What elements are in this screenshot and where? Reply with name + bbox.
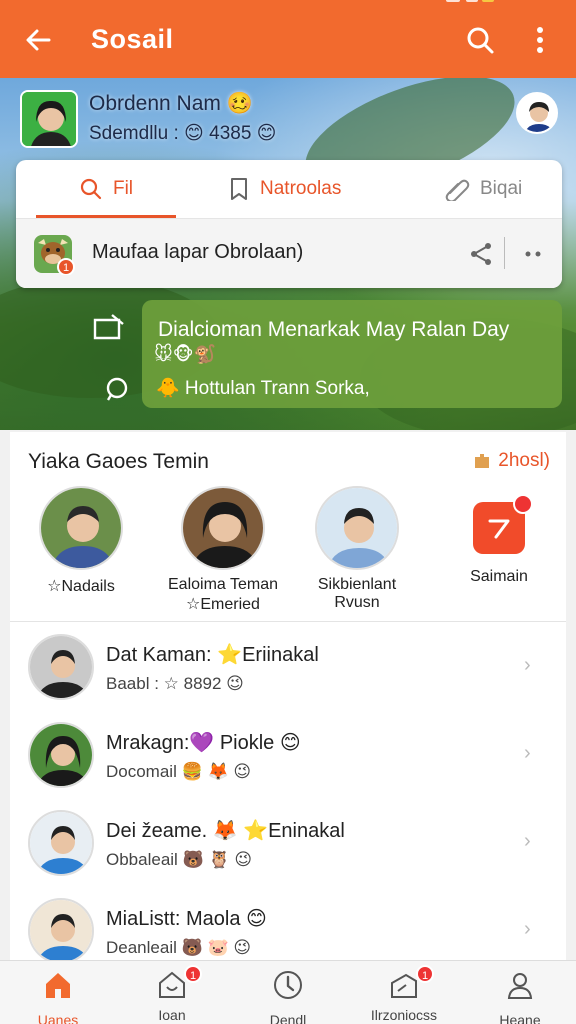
section-title: Yiaka Gaoes Temin	[28, 450, 209, 473]
bookmark-icon	[231, 178, 247, 200]
home-icon	[46, 973, 70, 998]
avatar	[28, 722, 94, 788]
user-icon	[507, 973, 533, 999]
item-title: MiaListt: Maola 😊	[106, 908, 267, 930]
nav-label: Uanes	[37, 1012, 79, 1024]
tab-natroolas[interactable]: Natroolas	[228, 160, 341, 218]
more-horizontal-icon[interactable]	[520, 241, 546, 267]
friend-status: ☆Emeried	[186, 596, 260, 613]
more-vertical-icon[interactable]	[526, 22, 554, 58]
avatar	[39, 486, 123, 570]
friends-section: Yiaka Gaoes Temin 2hosl) ☆Nadails Ealoim…	[10, 432, 566, 622]
avatar	[28, 898, 94, 960]
item-subtitle: Baabl : ☆ 8892 😉	[106, 674, 244, 693]
tab-label: Fil	[112, 178, 134, 199]
avatar	[28, 810, 94, 876]
app-tile-icon	[473, 494, 533, 554]
back-arrow-icon[interactable]	[20, 22, 56, 58]
friend-item[interactable]: ☆Nadails	[16, 486, 146, 596]
friend-name: Sikbienlant	[317, 576, 397, 593]
tab-fil[interactable]: Fil	[36, 160, 176, 218]
chevron-right-icon: ›	[524, 654, 531, 676]
see-more-link[interactable]: 2hosl)	[472, 450, 550, 472]
chevron-right-icon: ›	[524, 830, 531, 852]
nav-label: Dendl	[269, 1012, 307, 1024]
item-subtitle: Obbaleail 🐻 🦉 😉	[106, 850, 253, 869]
chat-bubble[interactable]: Dialcioman Menarkak May Ralan Day 🐭🐵🐒 🐥 …	[142, 300, 562, 408]
chat-list: Dat Kaman: ⭐Eriinakal Baabl : ☆ 8892 😉 ›…	[10, 622, 566, 960]
list-item[interactable]: Mrakagn:💜 Piokle 😊 Docomail 🍔 🦊 😉 ›	[10, 710, 566, 798]
item-title: Dat Kaman: ⭐Eriinakal	[106, 644, 319, 666]
paperclip-icon	[445, 179, 470, 201]
friend-item[interactable]: Sikbienlant Rvusn	[292, 486, 422, 612]
compass-icon	[274, 971, 302, 999]
chevron-right-icon: ›	[524, 742, 531, 764]
profile-subtitle: Sdemdllu : 😊 4385 😊	[89, 123, 277, 144]
nav-tags[interactable]: 1 Ilrzoniocss	[354, 961, 454, 1024]
avatar	[181, 486, 265, 570]
notice-badge: 1	[63, 262, 69, 274]
item-title: Mrakagn:💜 Piokle 😊	[106, 732, 301, 754]
bubble-line-2: 🐥 Hottulan Trann Sorka,	[156, 378, 370, 399]
bottom-navigation: Uanes 1 Ioan Dendl 1 Ilrzoniocss Heane	[0, 960, 576, 1024]
profile-name: Obrdenn Nam 🥴	[89, 92, 253, 115]
nav-label: Ioan	[158, 1007, 186, 1023]
nav-discover[interactable]: Dendl	[238, 961, 338, 1024]
friend-name: ☆Nadails	[47, 578, 115, 595]
friend-item[interactable]: Saimain	[434, 486, 564, 586]
item-subtitle: Deanleail 🐻 🐷 😉	[106, 938, 252, 957]
notice-text: Maufaa lapar Obrolaan)	[92, 241, 304, 263]
notification-badge	[513, 494, 533, 514]
search-icon[interactable]	[462, 22, 498, 58]
friend-item[interactable]: Ealoima Teman ☆Emeried	[158, 486, 288, 614]
cow-icon: 1	[34, 235, 75, 275]
notification-badge: 1	[184, 965, 202, 983]
friend-name: Ealoima Teman	[168, 576, 278, 593]
friend-status: Rvusn	[334, 594, 380, 611]
search-icon	[80, 178, 102, 200]
inbox-icon: 1	[156, 965, 202, 1001]
nav-label: Ilrzoniocss	[370, 1007, 438, 1023]
nav-inbox[interactable]: 1 Ioan	[122, 961, 222, 1024]
chevron-right-icon: ›	[524, 918, 531, 940]
message-icon[interactable]	[92, 312, 126, 342]
location-pin-icon[interactable]	[104, 376, 130, 402]
tab-label: Biqai	[480, 178, 523, 199]
app-title: Sosail	[91, 24, 174, 54]
divider	[504, 237, 505, 269]
item-subtitle: Docomail 🍔 🦊 😉	[106, 762, 252, 781]
nav-home[interactable]: Uanes	[8, 961, 108, 1024]
profile-avatar[interactable]	[20, 90, 78, 148]
avatar	[315, 486, 399, 570]
share-icon[interactable]	[468, 241, 494, 267]
nav-label: Heane	[499, 1012, 541, 1024]
list-item[interactable]: Dei žeame. 🦊 ⭐Eninakal Obbaleail 🐻 🦉 😉 ›	[10, 798, 566, 886]
notification-badge: 1	[416, 965, 434, 983]
tab-label: Natroolas	[260, 178, 342, 199]
avatar	[28, 634, 94, 700]
nav-profile[interactable]: Heane	[470, 961, 570, 1024]
list-item[interactable]: MiaListt: Maola 😊 Deanleail 🐻 🐷 😉 ›	[10, 886, 566, 960]
bubble-emojis: 🐭🐵🐒	[154, 344, 216, 364]
status-indicator-icon	[446, 0, 494, 2]
tab-biqai[interactable]: Biqai	[444, 160, 522, 218]
bubble-line-1: Dialcioman Menarkak May Ralan Day	[158, 318, 510, 341]
user-avatar[interactable]	[516, 92, 558, 134]
top-app-bar: Sosail	[0, 0, 576, 78]
friend-name: Saimain	[470, 568, 528, 585]
tag-icon: 1	[388, 965, 434, 1001]
tabs-card: Fil Natroolas Biqai 1 Maufaa lapar Obrol…	[16, 160, 562, 288]
puzzle-icon	[475, 454, 490, 468]
notice-row[interactable]: 1 Maufaa lapar Obrolaan)	[16, 219, 562, 288]
item-title: Dei žeame. 🦊 ⭐Eninakal	[106, 820, 345, 842]
list-item[interactable]: Dat Kaman: ⭐Eriinakal Baabl : ☆ 8892 😉 ›	[10, 622, 566, 710]
